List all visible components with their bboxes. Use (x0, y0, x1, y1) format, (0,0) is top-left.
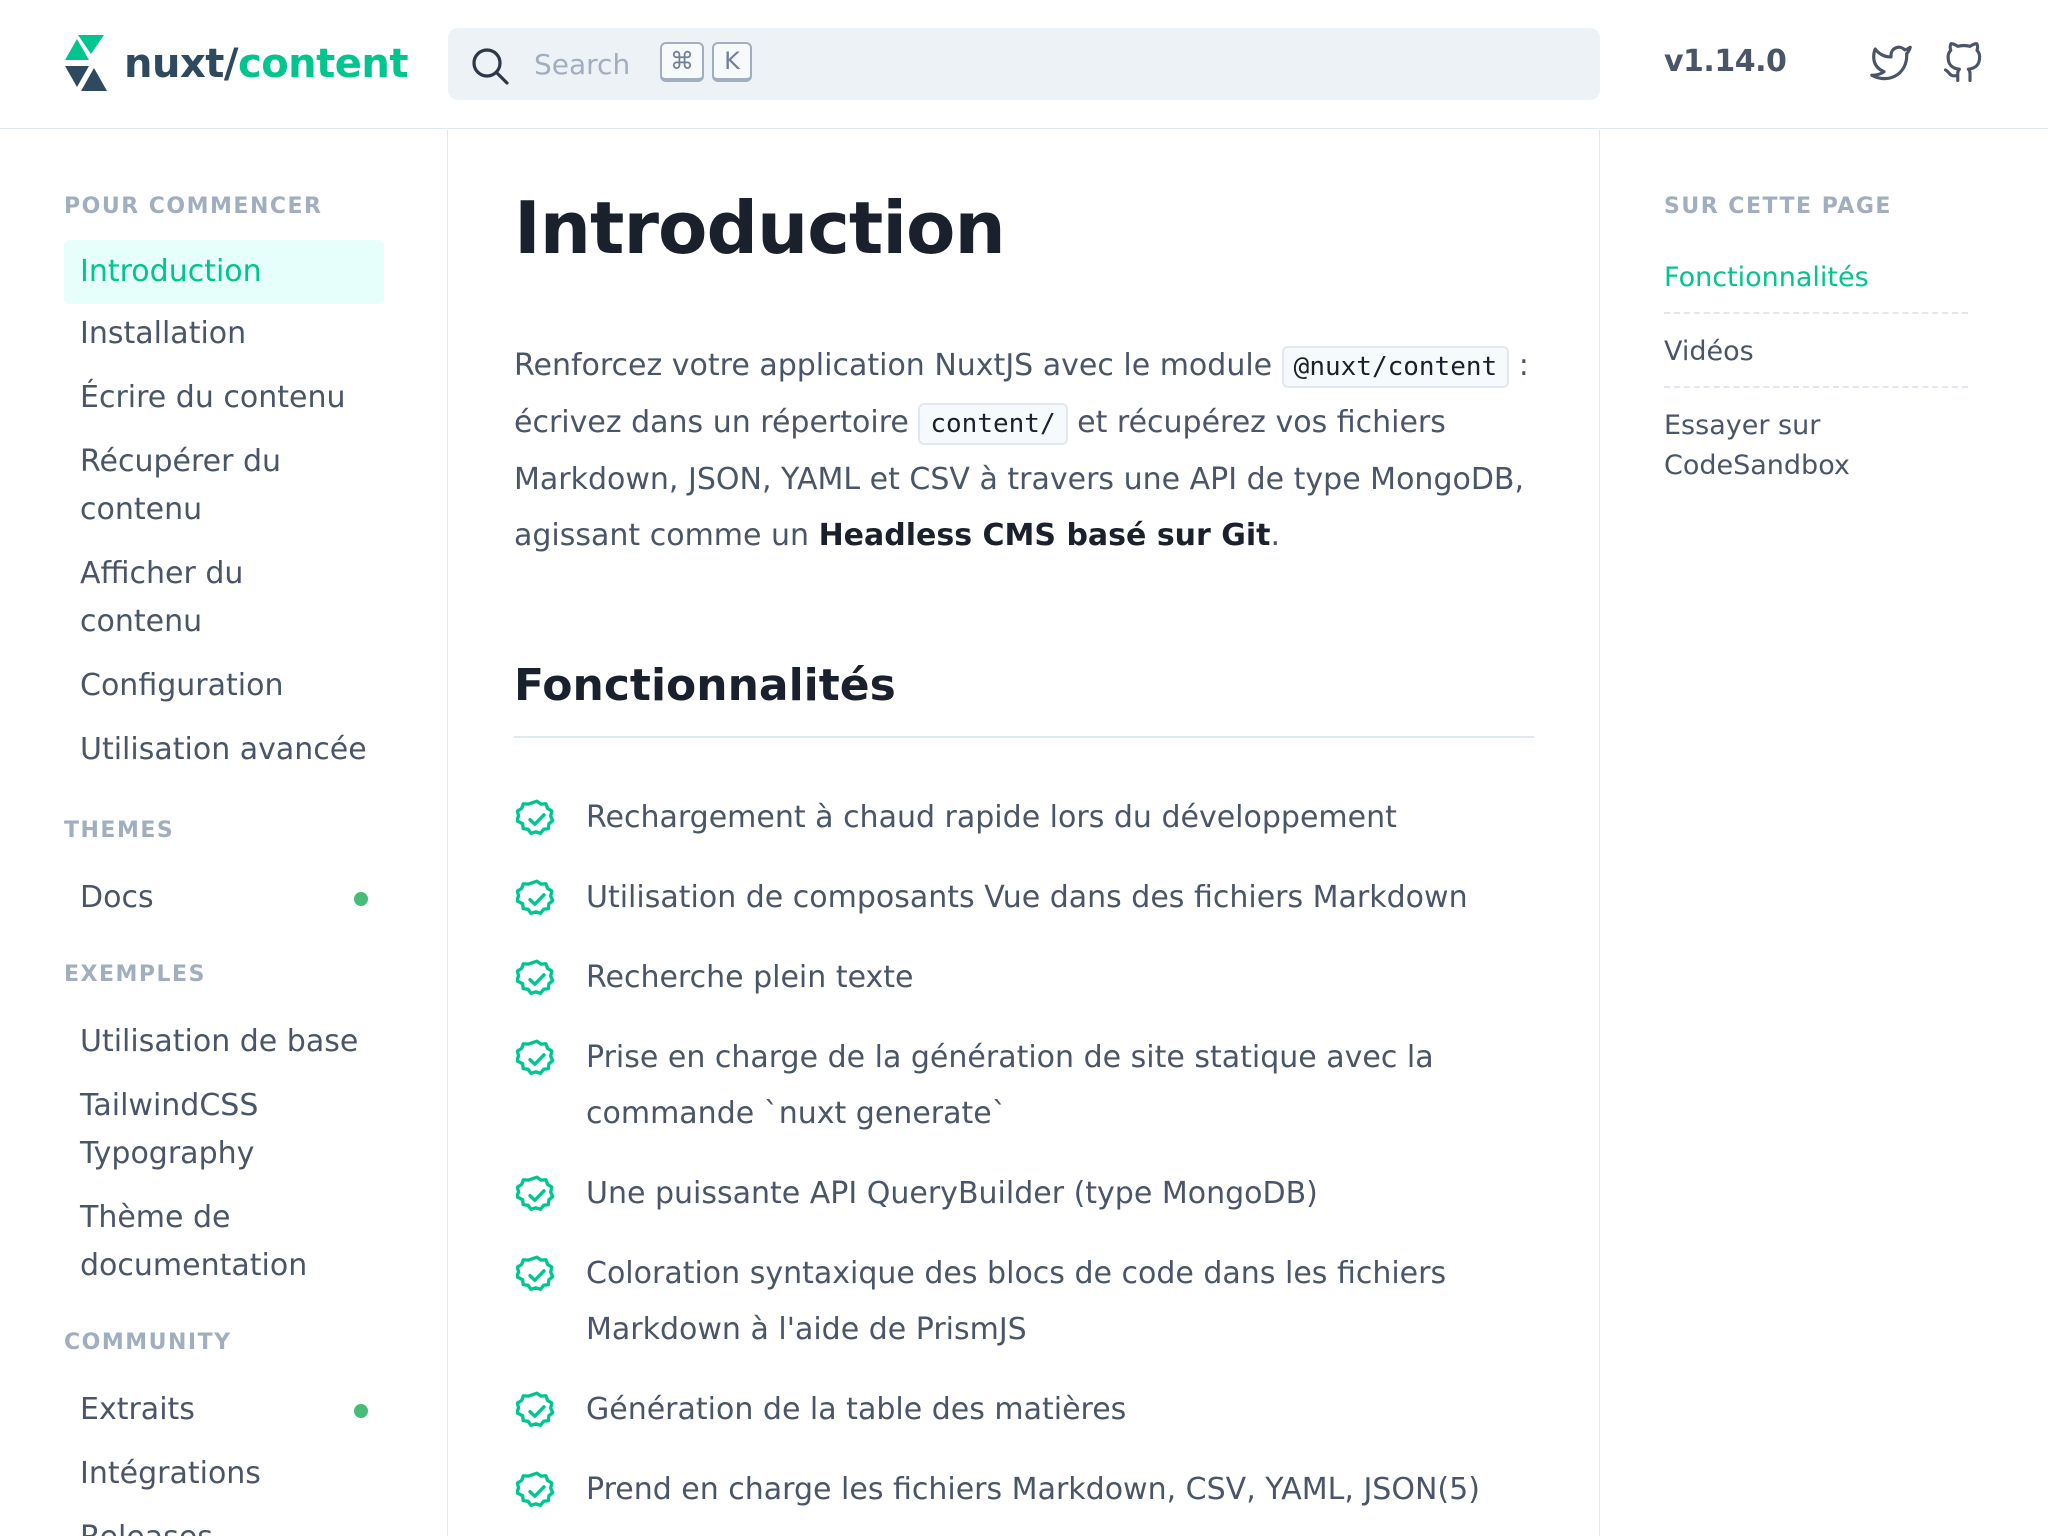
left-sidebar: POUR COMMENCER Introduction Installation… (0, 130, 448, 1536)
toc-item-fonctionnalites[interactable]: Fonctionnalités (1664, 258, 1968, 298)
feature-item: Coloration syntaxique des blocs de code … (514, 1246, 1534, 1358)
sidebar-item-label: Docs (80, 880, 154, 915)
check-badge-icon (514, 1470, 558, 1512)
check-badge-icon (514, 1390, 558, 1432)
new-badge-dot (354, 1404, 368, 1418)
intro-paragraph: Renforcez votre application NuxtJS avec … (514, 338, 1544, 564)
sidebar-section-title: THEMES (64, 818, 175, 843)
sidebar-item-introduction[interactable]: Introduction (64, 240, 384, 304)
page-title: Introduction (514, 186, 1006, 270)
inline-code-module: @nuxt/content (1281, 346, 1510, 388)
sidebar-section-title: COMMUNITY (64, 1330, 232, 1355)
sidebar-item-installation[interactable]: Installation (64, 300, 384, 368)
toc-title: SUR CETTE PAGE (1664, 194, 1892, 219)
intro-strong-text: Headless CMS basé sur Git (818, 518, 1271, 553)
github-icon[interactable] (1942, 42, 1984, 84)
feature-item: Génération de la table des matières (514, 1382, 1534, 1438)
check-badge-icon (514, 1254, 558, 1296)
intro-text: . (1270, 518, 1281, 553)
logo-text-content: content (237, 41, 409, 87)
check-badge-icon (514, 878, 558, 920)
toc-divider (1664, 312, 1968, 314)
sidebar-item-extraits[interactable]: Extraits (64, 1376, 384, 1444)
feature-item: Recherche plein texte (514, 950, 1534, 1006)
feature-text: Prend en charge les fichiers Markdown, C… (586, 1472, 1480, 1507)
sidebar-item-utilisation-de-base[interactable]: Utilisation de base (64, 1008, 384, 1076)
feature-text: Génération de la table des matières (586, 1392, 1127, 1427)
sidebar-item-tailwindcss-typography[interactable]: TailwindCSS Typography (64, 1072, 384, 1188)
search-bar[interactable]: ⌘ K (448, 28, 1600, 100)
feature-item: Prise en charge de la génération de site… (514, 1030, 1534, 1142)
sidebar-item-releases[interactable]: Releases (64, 1504, 384, 1536)
check-badge-icon (514, 798, 558, 840)
feature-text: Une puissante API QueryBuilder (type Mon… (586, 1176, 1318, 1211)
feature-text: Utilisation de composants Vue dans des f… (586, 880, 1468, 915)
toc-divider (1664, 386, 1968, 388)
toc-item-codesandbox[interactable]: Essayer sur CodeSandbox (1664, 406, 1968, 486)
check-badge-icon (514, 1038, 558, 1080)
feature-text: Rechargement à chaud rapide lors du déve… (586, 800, 1397, 835)
sidebar-item-recuperer-du-contenu[interactable]: Récupérer du contenu (64, 428, 384, 544)
nuxt-logo-icon (65, 35, 107, 91)
feature-item: Une puissante API QueryBuilder (type Mon… (514, 1166, 1534, 1222)
feature-text: Recherche plein texte (586, 960, 914, 995)
nuxt-content-logo[interactable]: nuxt/content (64, 32, 409, 96)
feature-item: Rechargement à chaud rapide lors du déve… (514, 790, 1534, 846)
toc-item-videos[interactable]: Vidéos (1664, 332, 1968, 372)
sidebar-item-utilisation-avancee[interactable]: Utilisation avancée (64, 716, 384, 784)
check-badge-icon (514, 958, 558, 1000)
inline-code-directory: content/ (918, 403, 1068, 445)
feature-item: Prend en charge les fichiers Markdown, C… (514, 1462, 1534, 1518)
sidebar-item-ecrire-du-contenu[interactable]: Écrire du contenu (64, 364, 384, 432)
check-badge-icon (514, 1174, 558, 1216)
feature-item: Utilisation de composants Vue dans des f… (514, 870, 1534, 926)
feature-text: Prise en charge de la génération de site… (586, 1040, 1434, 1131)
features-list: Rechargement à chaud rapide lors du déve… (514, 790, 1534, 1536)
sidebar-item-afficher-du-contenu[interactable]: Afficher du contenu (64, 540, 384, 656)
feature-text: Coloration syntaxique des blocs de code … (586, 1256, 1447, 1347)
sidebar-item-theme-de-documentation[interactable]: Thème de documentation (64, 1184, 384, 1300)
sidebar-section-title: POUR COMMENCER (64, 194, 323, 219)
new-badge-dot (354, 892, 368, 906)
logo-text: nuxt/content (124, 41, 409, 87)
search-icon (472, 48, 509, 85)
sidebar-section-title: EXEMPLES (64, 962, 206, 987)
features-heading[interactable]: Fonctionnalités (514, 660, 896, 711)
sidebar-item-label: Extraits (80, 1392, 195, 1427)
sidebar-item-docs[interactable]: Docs (64, 864, 384, 932)
version-label[interactable]: v1.14.0 (1664, 44, 1787, 79)
intro-text: Renforcez votre application NuxtJS avec … (514, 348, 1282, 383)
sidebar-item-configuration[interactable]: Configuration (64, 652, 384, 720)
twitter-icon[interactable] (1870, 42, 1912, 84)
sidebar-item-integrations[interactable]: Intégrations (64, 1440, 384, 1508)
main-content: Introduction Renforcez votre application… (448, 130, 1600, 1536)
table-of-contents: SUR CETTE PAGE Fonctionnalités Vidéos Es… (1600, 130, 2048, 1536)
logo-text-nuxt: nuxt/ (124, 41, 238, 87)
search-input[interactable] (534, 42, 1574, 86)
heading-divider (514, 736, 1534, 738)
top-header: nuxt/content ⌘ K v1.14.0 (0, 0, 2048, 129)
